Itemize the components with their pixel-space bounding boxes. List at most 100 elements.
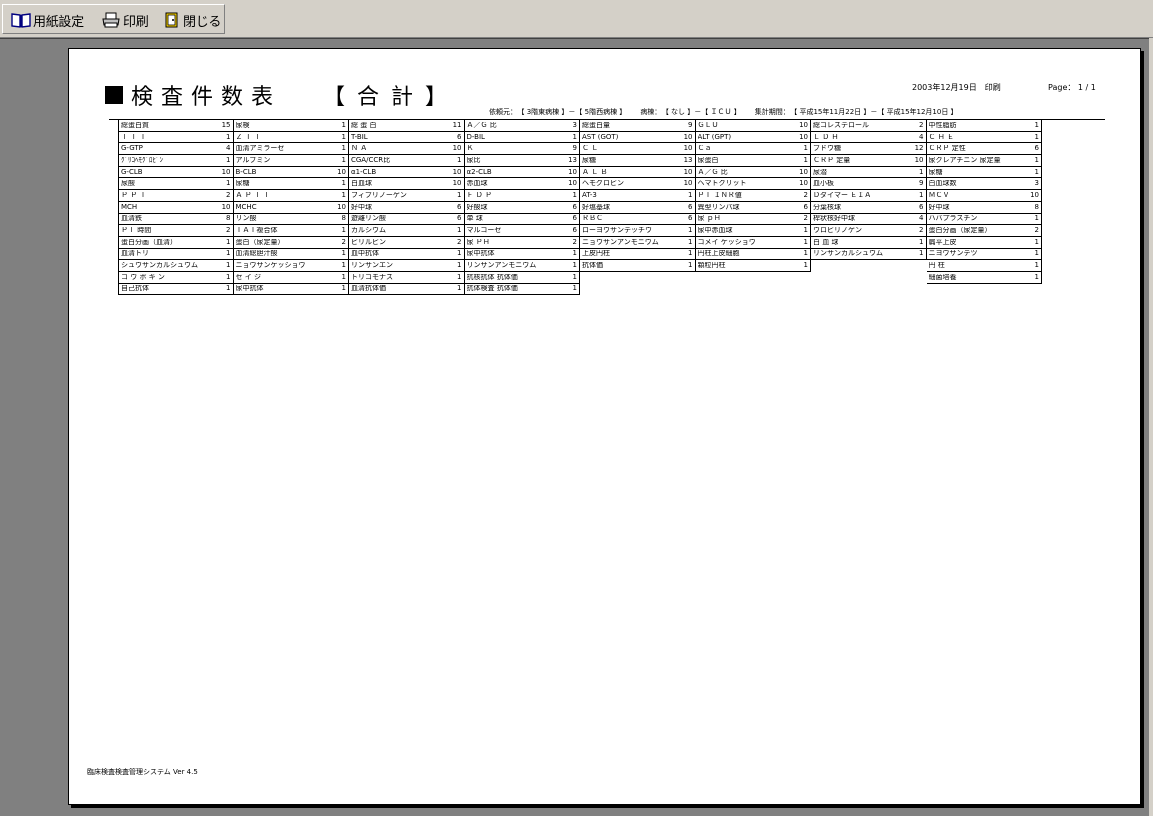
exam-count-cell: G-CLB 10 — [118, 166, 234, 179]
exam-count-cell: Ｃ Ｈ Ｅ 1 — [926, 131, 1042, 144]
exam-count-cell: 尿 ＰＨ 2 — [464, 236, 580, 249]
exam-count: 1 — [1034, 237, 1039, 246]
exam-count-cell: 尿潜 1 — [811, 166, 927, 179]
vertical-scrollbar[interactable] — [1149, 38, 1153, 816]
empty-cell — [580, 284, 696, 296]
exam-count: 1 — [341, 226, 346, 235]
exam-count: 10 — [337, 167, 346, 176]
exam-name: 単 球 — [466, 215, 483, 223]
exam-name: α1-CLB — [351, 168, 377, 176]
exam-count-cell: 血清鉄 8 — [118, 213, 234, 226]
exam-count-cell: AT-3 1 — [580, 190, 696, 202]
exam-count-cell: 血清トリ 1 — [118, 248, 234, 261]
exam-count-cell: T-BIL 6 — [349, 131, 465, 144]
exam-count: 1 — [803, 144, 808, 153]
exam-count-cell: ＰＴ 時間 2 — [118, 225, 234, 237]
exam-name: α2-CLB — [466, 168, 492, 176]
toolbar-button-group: 用紙設定 印刷 閉じる — [2, 4, 225, 34]
exam-count-cell: Ａ／Ｇ 比 10 — [695, 166, 811, 179]
exam-count-cell: ＲＢＣ 6 — [580, 213, 696, 226]
exam-count: 9 — [919, 179, 924, 188]
exam-count-cell: ローヨウサンテッチウ 1 — [580, 225, 696, 237]
exam-name: 抗体検査 抗体価 — [466, 285, 518, 293]
exam-count: 10 — [799, 132, 808, 141]
exam-count: 13 — [568, 155, 577, 164]
exam-count: 1 — [1034, 132, 1039, 141]
exam-count-cell: Ｔ Ｔ Ｔ 1 — [118, 131, 234, 144]
exam-count: 1 — [457, 261, 462, 270]
exam-count-cell: 尿中抗体 1 — [464, 248, 580, 261]
exam-name: コ ウ ボ キ ン — [121, 273, 165, 281]
exam-count-cell: Ｚ Ｔ Ｔ 1 — [233, 131, 349, 144]
exam-name: ALT (GPT) — [697, 133, 732, 141]
exam-count-cell: シュウサンカルシュウム 1 — [118, 260, 234, 272]
exam-count-cell: 好塩基球 6 — [580, 201, 696, 214]
exam-count: 1 — [341, 132, 346, 141]
exam-count-cell: 白 血 球 1 — [811, 236, 927, 249]
exam-count-cell: 桿状核好中球 4 — [811, 213, 927, 226]
exam-count: 6 — [688, 202, 693, 211]
exam-count: 9 — [572, 144, 577, 153]
page-number: Page： 1 / 1 — [1048, 83, 1096, 92]
close-button[interactable]: 閉じる — [163, 9, 221, 31]
exam-count: 10 — [568, 167, 577, 176]
exam-count-cell: 血小板 9 — [811, 178, 927, 191]
exam-count: 10 — [683, 167, 693, 176]
exam-name: ニヨウサンテツ — [928, 250, 978, 258]
exam-count-cell: 抗体価 1 — [580, 260, 696, 272]
exam-count-cell: Ｆ Ｄ Ｐ 1 — [464, 190, 580, 202]
exam-count-cell: B-CLB 10 — [233, 166, 349, 179]
exam-count-cell: ヘマトクリット 10 — [695, 178, 811, 191]
empty-cell — [580, 272, 696, 284]
exam-name: 尿比 — [466, 156, 481, 164]
exam-count-cell: 白血球 10 — [349, 178, 465, 191]
exam-name: コメイ ケッショウ — [697, 238, 756, 246]
exam-count: 1 — [803, 237, 808, 246]
exam-name: リンサンアンモニウム — [466, 262, 537, 270]
exam-count: 1 — [226, 155, 231, 164]
exam-count-cell: Ａ Ｌ Ｂ 10 — [580, 166, 696, 179]
exam-count-cell: ALT (GPT) 10 — [695, 131, 811, 144]
exam-count: 10 — [221, 202, 231, 211]
exam-count-cell: アルブミン 1 — [233, 155, 349, 167]
exam-count: 2 — [226, 226, 231, 235]
print-button[interactable]: 印刷 — [101, 9, 149, 31]
exam-count: 1 — [457, 155, 462, 164]
exam-count-cell: ＧＬＵ 10 — [695, 120, 811, 132]
empty-cell — [811, 260, 927, 272]
exam-count-cell: 扁平上皮 1 — [926, 236, 1042, 249]
exam-count: 1 — [803, 249, 808, 258]
exam-count: 10 — [337, 202, 346, 211]
exam-count-cell: 尿検 1 — [233, 120, 349, 132]
exam-count: 1 — [341, 144, 346, 153]
exam-count: 10 — [452, 179, 462, 188]
exam-count-cell: 自己抗体 1 — [118, 283, 234, 296]
exam-name: 血清抗体価 — [351, 285, 386, 293]
exam-count-cell: ニョウサンアンモニウム 1 — [580, 236, 696, 249]
exam-count: 10 — [683, 179, 693, 188]
empty-cell — [927, 284, 1043, 296]
exam-count-cell: 赤血球 10 — [464, 178, 580, 191]
exam-name: カルシウム — [351, 227, 386, 235]
exam-count-grid: 総蛋白質 15 尿検 1 総 蛋 白 11 Ａ／Ｇ 比 3 総蛋白量 9 ＧＬＵ 10 総コレステロール… — [118, 120, 1043, 296]
exam-name: Ａ Ｌ Ｂ — [582, 168, 608, 176]
exam-count-cell: Ａ／Ｇ 比 3 — [464, 120, 580, 132]
exam-count-cell: 遊離リン酸 6 — [349, 213, 465, 226]
toolbar: 用紙設定 印刷 閉じる — [0, 0, 1153, 38]
page-setup-button[interactable]: 用紙設定 — [11, 9, 84, 31]
exam-name: ニョウサンケッショウ — [235, 262, 306, 270]
empty-cell — [811, 284, 927, 296]
exam-name: Ｎ Ａ — [351, 145, 368, 153]
exam-count: 6 — [803, 202, 808, 211]
exam-name: D-BIL — [466, 133, 485, 141]
exam-count-cell: 円柱上皮細胞 1 — [695, 248, 811, 261]
exam-name: 抗体価 — [582, 262, 603, 270]
exam-count: 1 — [1034, 261, 1039, 270]
exam-count: 10 — [683, 144, 693, 153]
exam-name: 尿糖 — [235, 180, 250, 188]
exam-name: 好塩基球 — [582, 203, 610, 211]
exam-count-cell: ヘモグロビン 10 — [580, 178, 696, 191]
exam-count: 4 — [226, 144, 231, 153]
exam-name: Ａ Ｐ Ｔ Ｔ — [235, 191, 271, 199]
exam-count: 1 — [457, 284, 462, 293]
